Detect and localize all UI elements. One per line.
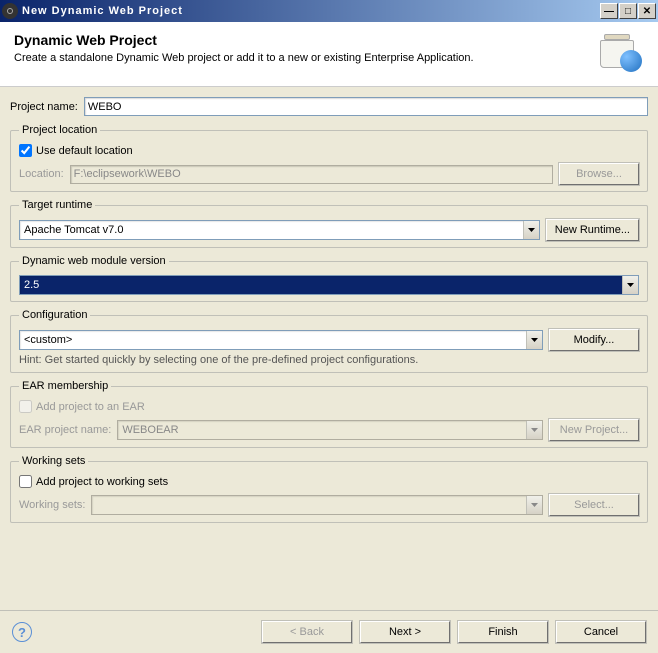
- new-ear-project-button: New Project...: [549, 419, 639, 441]
- ear-membership-group: EAR membership Add project to an EAR EAR…: [10, 380, 648, 448]
- project-location-legend: Project location: [19, 124, 100, 136]
- project-name-label: Project name:: [10, 101, 78, 113]
- help-icon[interactable]: ?: [12, 622, 32, 642]
- configuration-legend: Configuration: [19, 309, 90, 321]
- back-button: < Back: [262, 621, 352, 643]
- chevron-down-icon: [526, 496, 542, 514]
- project-name-input[interactable]: [84, 97, 648, 116]
- working-sets-legend: Working sets: [19, 455, 88, 467]
- page-title: Dynamic Web Project: [14, 32, 596, 48]
- module-version-value: 2.5: [20, 279, 622, 291]
- use-default-location-row: Use default location: [19, 144, 639, 157]
- content-area: Project name: Project location Use defau…: [0, 87, 658, 534]
- project-name-row: Project name:: [10, 97, 648, 116]
- module-version-group: Dynamic web module version 2.5: [10, 255, 648, 302]
- add-to-working-sets-checkbox[interactable]: [19, 475, 32, 488]
- chevron-down-icon: [622, 276, 638, 294]
- globe-icon: [620, 50, 642, 72]
- window-title: New Dynamic Web Project: [22, 5, 600, 17]
- wizard-footer: ? < Back Next > Finish Cancel: [0, 610, 658, 653]
- close-button[interactable]: ✕: [638, 3, 656, 19]
- ear-name-label: EAR project name:: [19, 424, 111, 436]
- browse-location-button: Browse...: [559, 163, 639, 185]
- minimize-button[interactable]: —: [600, 3, 618, 19]
- next-button[interactable]: Next >: [360, 621, 450, 643]
- working-sets-label: Working sets:: [19, 499, 85, 511]
- use-default-location-checkbox[interactable]: [19, 144, 32, 157]
- target-runtime-value: Apache Tomcat v7.0: [20, 224, 523, 236]
- add-to-ear-row: Add project to an EAR: [19, 400, 639, 413]
- ear-name-select: WEBOEAR: [117, 420, 543, 440]
- select-working-sets-button: Select...: [549, 494, 639, 516]
- add-to-working-sets-row: Add project to working sets: [19, 475, 639, 488]
- wizard-banner-icon: [596, 32, 644, 74]
- chevron-down-icon: [526, 331, 542, 349]
- ear-legend: EAR membership: [19, 380, 111, 392]
- modify-configuration-button[interactable]: Modify...: [549, 329, 639, 351]
- configuration-select[interactable]: <custom>: [19, 330, 543, 350]
- add-to-ear-checkbox: [19, 400, 32, 413]
- working-sets-group: Working sets Add project to working sets…: [10, 455, 648, 523]
- ear-name-value: WEBOEAR: [118, 424, 526, 436]
- target-runtime-legend: Target runtime: [19, 199, 95, 211]
- target-runtime-group: Target runtime Apache Tomcat v7.0 New Ru…: [10, 199, 648, 248]
- use-default-location-label: Use default location: [36, 145, 133, 157]
- page-description: Create a standalone Dynamic Web project …: [14, 52, 596, 64]
- configuration-group: Configuration <custom> Modify... Hint: G…: [10, 309, 648, 373]
- location-path-input: [70, 165, 553, 184]
- target-runtime-select[interactable]: Apache Tomcat v7.0: [19, 220, 540, 240]
- cancel-button[interactable]: Cancel: [556, 621, 646, 643]
- wizard-header: Dynamic Web Project Create a standalone …: [0, 22, 658, 87]
- maximize-button[interactable]: □: [619, 3, 637, 19]
- module-version-legend: Dynamic web module version: [19, 255, 169, 267]
- chevron-down-icon: [523, 221, 539, 239]
- eclipse-icon: [2, 3, 18, 19]
- configuration-hint: Hint: Get started quickly by selecting o…: [19, 354, 639, 366]
- add-to-working-sets-label: Add project to working sets: [36, 476, 168, 488]
- add-to-ear-label: Add project to an EAR: [36, 401, 145, 413]
- working-sets-select: [91, 495, 543, 515]
- project-location-group: Project location Use default location Lo…: [10, 124, 648, 192]
- new-runtime-button[interactable]: New Runtime...: [546, 219, 639, 241]
- module-version-select[interactable]: 2.5: [19, 275, 639, 295]
- configuration-value: <custom>: [20, 334, 526, 346]
- finish-button[interactable]: Finish: [458, 621, 548, 643]
- chevron-down-icon: [526, 421, 542, 439]
- location-path-label: Location:: [19, 168, 64, 180]
- titlebar: New Dynamic Web Project — □ ✕: [0, 0, 658, 22]
- window-buttons: — □ ✕: [600, 3, 656, 19]
